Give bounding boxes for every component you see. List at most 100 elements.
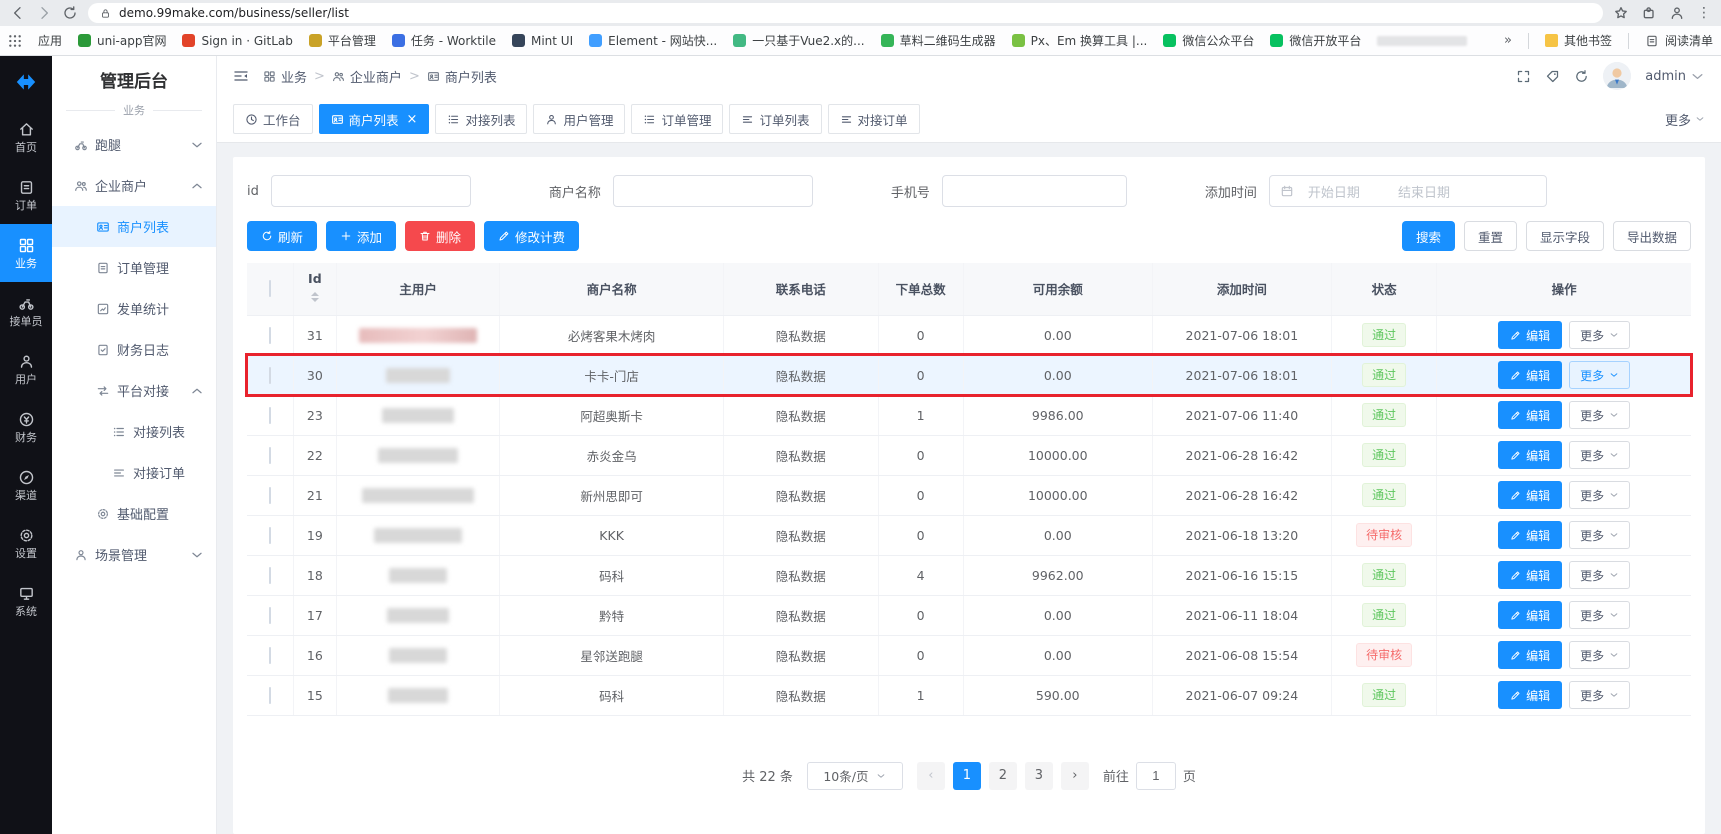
reset-button[interactable]: 重置 [1464, 221, 1517, 251]
row-checkbox[interactable] [269, 447, 271, 464]
refresh-button[interactable]: 刷新 [247, 221, 317, 251]
rail-item-系统[interactable]: 系统 [0, 572, 52, 630]
row-checkbox[interactable] [269, 607, 271, 624]
sidebar-item-商户列表[interactable]: 商户列表 [52, 206, 216, 247]
bookmark-item[interactable]: Px、Em 换算工具 |... [1012, 32, 1148, 49]
address-bar[interactable]: demo.99make.com/business/seller/list [88, 3, 1603, 23]
row-checkbox[interactable] [269, 687, 271, 704]
sidebar-item-对接列表[interactable]: 对接列表 [52, 411, 216, 452]
more-button[interactable]: 更多 [1569, 641, 1630, 669]
export-button[interactable]: 导出数据 [1613, 221, 1691, 251]
edit-button[interactable]: 编辑 [1498, 681, 1562, 709]
extensions-icon[interactable] [1641, 5, 1657, 21]
sort-control[interactable] [298, 288, 332, 306]
id-filter-input[interactable] [271, 175, 471, 207]
prev-page-button[interactable]: ‹ [917, 762, 945, 790]
edit-button[interactable]: 编辑 [1498, 601, 1562, 629]
bookmark-apps[interactable]: 应用 [38, 32, 62, 49]
more-button[interactable]: 更多 [1569, 481, 1630, 509]
back-icon[interactable] [10, 5, 26, 21]
sidebar-item-场景管理[interactable]: 场景管理 [52, 534, 216, 575]
edit-button[interactable]: 编辑 [1498, 441, 1562, 469]
rail-item-用户[interactable]: 用户 [0, 340, 52, 398]
edit-button[interactable]: 编辑 [1498, 521, 1562, 549]
page-button-1[interactable]: 1 [953, 762, 981, 790]
sidebar-item-订单管理[interactable]: 订单管理 [52, 247, 216, 288]
row-checkbox[interactable] [269, 367, 271, 384]
url-text[interactable]: demo.99make.com/business/seller/list [119, 6, 349, 20]
theme-icon[interactable] [1545, 69, 1560, 84]
bookmark-star-icon[interactable] [1613, 5, 1629, 21]
fullscreen-icon[interactable] [1516, 69, 1531, 84]
row-checkbox[interactable] [269, 327, 271, 344]
rail-item-订单[interactable]: 订单 [0, 166, 52, 224]
edit-button[interactable]: 编辑 [1498, 561, 1562, 589]
tab-对接订单[interactable]: 对接订单 [828, 104, 920, 134]
page-button-3[interactable]: 3 [1025, 762, 1053, 790]
tab-商户列表[interactable]: 商户列表× [319, 104, 430, 134]
other-bookmarks[interactable]: 其他书签 [1545, 32, 1612, 49]
page-button-2[interactable]: 2 [989, 762, 1017, 790]
phone-input[interactable] [942, 175, 1127, 207]
bookmark-item[interactable]: 草料二维码生成器 [881, 32, 996, 49]
rail-item-渠道[interactable]: 渠道 [0, 456, 52, 514]
sidebar-item-企业商户[interactable]: 企业商户 [52, 165, 216, 206]
avatar[interactable] [1603, 62, 1631, 90]
goto-page-input[interactable] [1136, 762, 1176, 790]
select-all-checkbox[interactable] [269, 280, 271, 297]
bookmark-item[interactable]: 任务 - Worktile [392, 32, 496, 49]
more-button[interactable]: 更多 [1569, 361, 1630, 389]
bookmark-item[interactable]: uni-app官网 [78, 32, 166, 49]
modify-billing-button[interactable]: 修改计费 [484, 221, 579, 251]
more-button[interactable]: 更多 [1569, 601, 1630, 629]
tab-对接列表[interactable]: 对接列表 [435, 104, 527, 134]
sidebar-item-平台对接[interactable]: 平台对接 [52, 370, 216, 411]
search-button[interactable]: 搜索 [1402, 221, 1455, 251]
rail-item-财务[interactable]: 财务 [0, 398, 52, 456]
row-checkbox[interactable] [269, 407, 271, 424]
reading-list[interactable]: 阅读清单 [1645, 32, 1713, 49]
edit-button[interactable]: 编辑 [1498, 641, 1562, 669]
tabs-more-button[interactable]: 更多 [1665, 110, 1705, 129]
add-button[interactable]: 添加 [326, 221, 396, 251]
edit-button[interactable]: 编辑 [1498, 361, 1562, 389]
sidebar-item-财务日志[interactable]: 财务日志 [52, 329, 216, 370]
more-button[interactable]: 更多 [1569, 321, 1630, 349]
page-size-select[interactable]: 10条/页 [807, 762, 903, 790]
browser-menu-icon[interactable]: ⋮ [1697, 5, 1711, 21]
row-checkbox[interactable] [269, 647, 271, 664]
tab-订单列表[interactable]: 订单列表 [729, 104, 821, 134]
more-button[interactable]: 更多 [1569, 441, 1630, 469]
more-button[interactable]: 更多 [1569, 521, 1630, 549]
sidebar-item-基础配置[interactable]: 基础配置 [52, 493, 216, 534]
close-tab-icon[interactable]: × [407, 113, 418, 126]
breadcrumb-item-企业商户[interactable]: 企业商户 [332, 67, 402, 86]
bookmark-item[interactable]: Sign in · GitLab [182, 34, 292, 48]
sidebar-collapse-icon[interactable] [233, 68, 249, 84]
row-checkbox[interactable] [269, 567, 271, 584]
more-button[interactable]: 更多 [1569, 561, 1630, 589]
edit-button[interactable]: 编辑 [1498, 481, 1562, 509]
sidebar-item-对接订单[interactable]: 对接订单 [52, 452, 216, 493]
bookmarks-overflow-icon[interactable]: » [1504, 33, 1512, 48]
bookmark-item[interactable]: 一只基于Vue2.x的... [733, 32, 864, 49]
refresh-page-icon[interactable] [1574, 69, 1589, 84]
tab-订单管理[interactable]: 订单管理 [631, 104, 723, 134]
bookmark-item[interactable]: 微信开放平台 [1270, 32, 1361, 49]
sidebar-item-发单统计[interactable]: 发单统计 [52, 288, 216, 329]
row-checkbox[interactable] [269, 487, 271, 504]
bookmark-item[interactable]: 平台管理 [309, 32, 376, 49]
rail-item-设置[interactable]: 设置 [0, 514, 52, 572]
edit-button[interactable]: 编辑 [1498, 401, 1562, 429]
date-range-picker[interactable]: 开始日期 结束日期 [1269, 175, 1547, 207]
profile-icon[interactable] [1669, 5, 1685, 21]
user-menu[interactable]: admin [1645, 69, 1705, 84]
delete-button[interactable]: 删除 [405, 221, 475, 251]
bookmark-item[interactable]: 微信公众平台 [1163, 32, 1254, 49]
tab-工作台[interactable]: 工作台 [233, 104, 313, 134]
sidebar-item-跑腿[interactable]: 跑腿 [52, 124, 216, 165]
more-button[interactable]: 更多 [1569, 401, 1630, 429]
app-logo[interactable] [0, 56, 52, 108]
bookmark-item[interactable]: Element - 网站快... [589, 32, 717, 49]
bookmark-item[interactable]: Mint UI [512, 34, 573, 48]
